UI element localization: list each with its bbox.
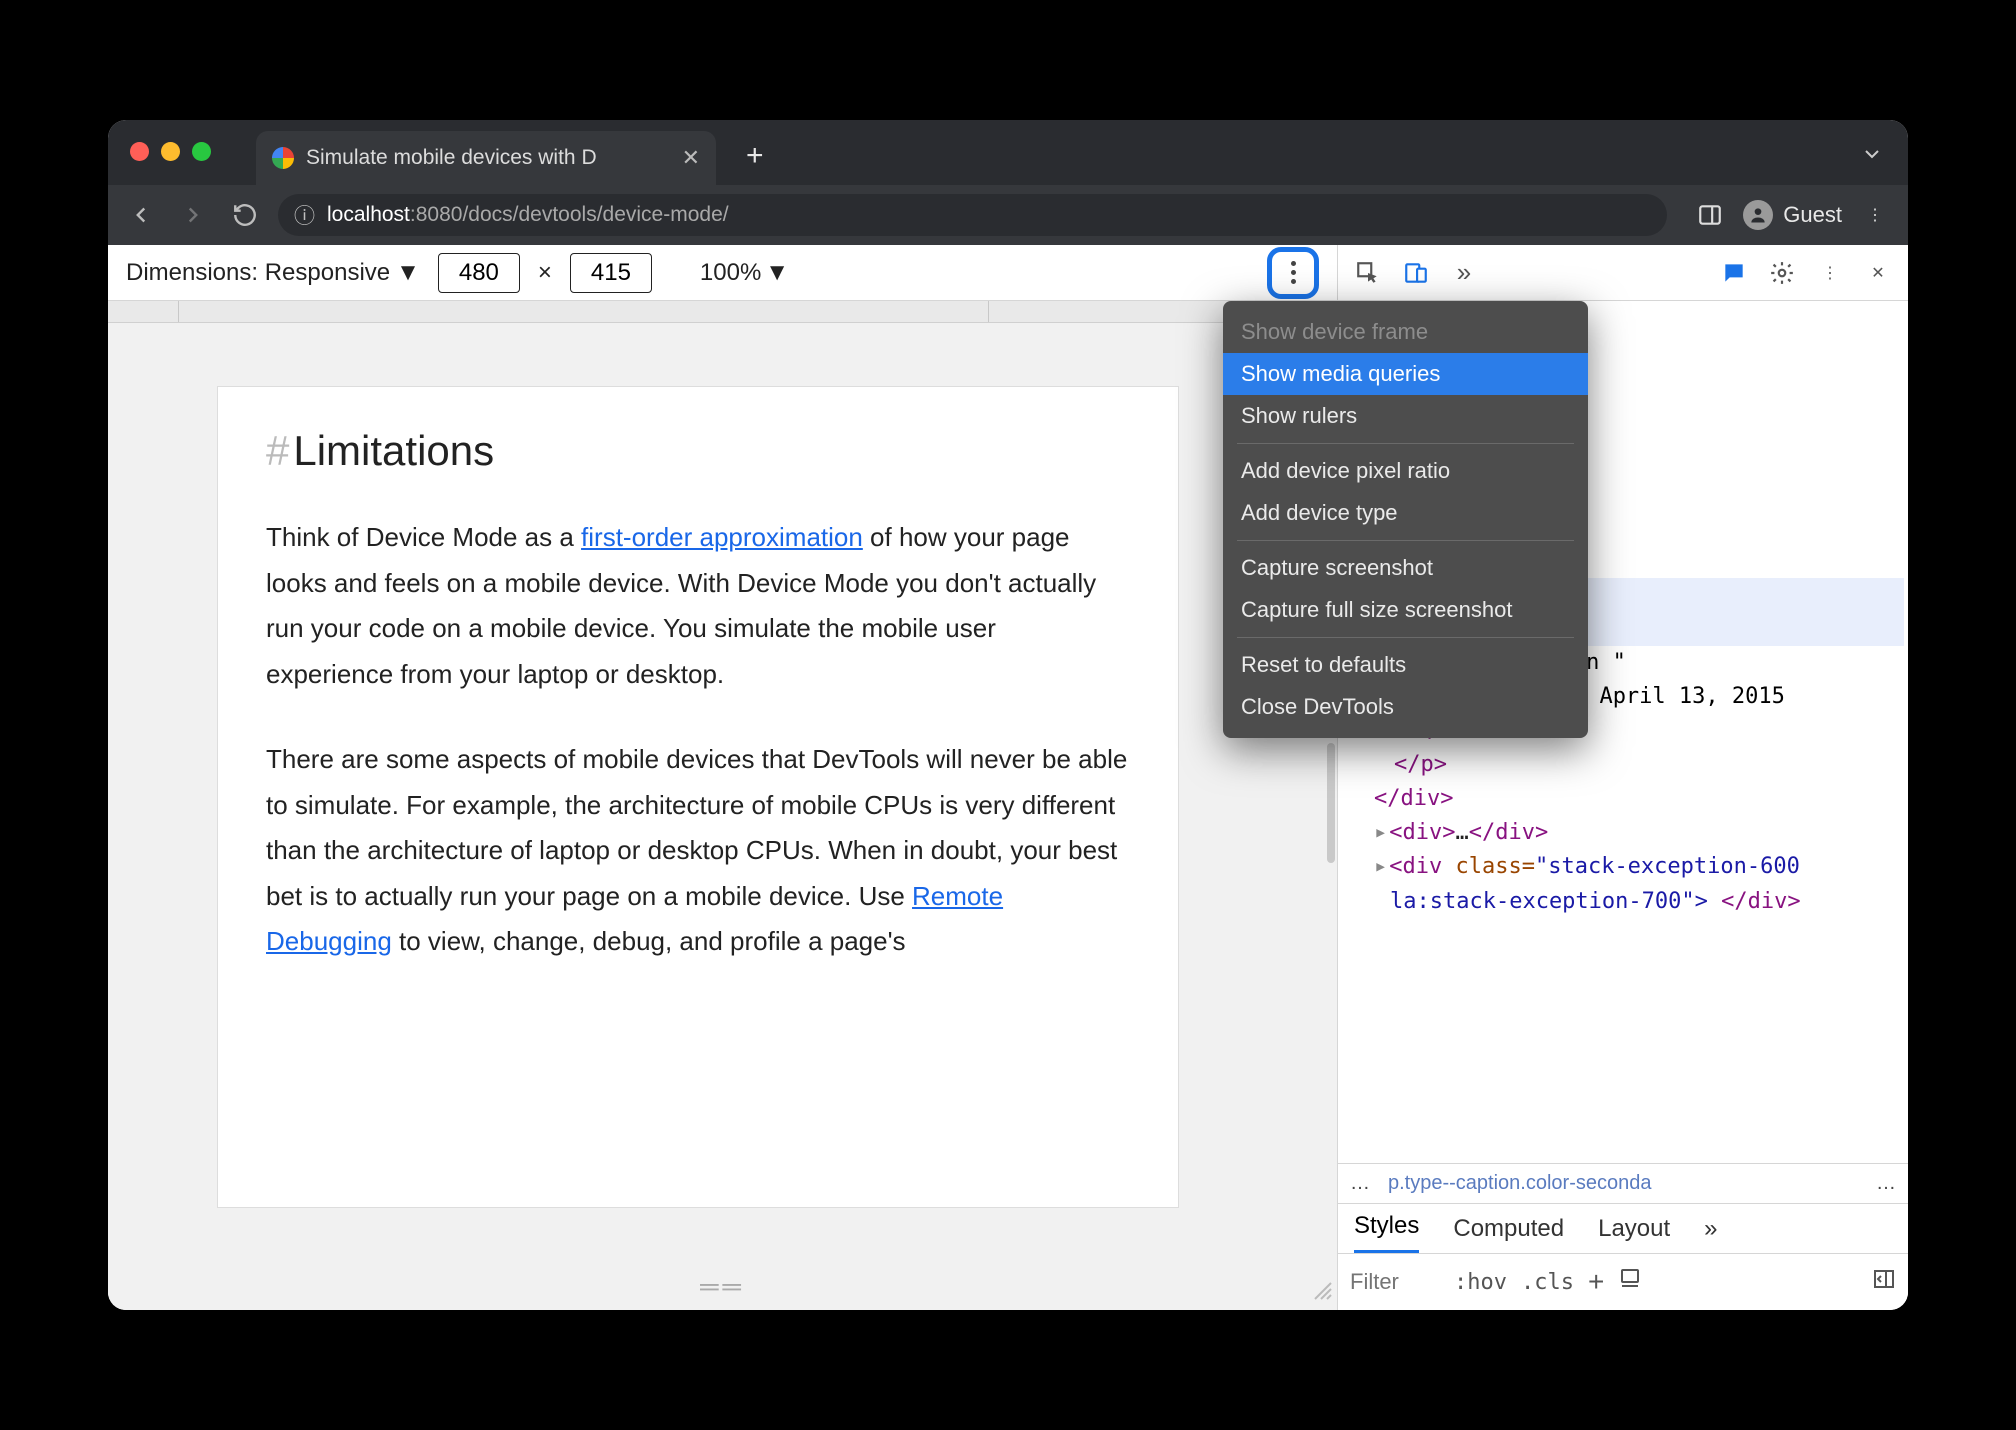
close-window-button[interactable]	[130, 142, 149, 161]
tab-styles[interactable]: Styles	[1354, 1212, 1419, 1253]
hov-toggle[interactable]: :hov	[1454, 1270, 1507, 1295]
styles-filter-bar: :hov .cls +	[1338, 1254, 1908, 1310]
content-area: Dimensions: Responsive ▼ × 100% ▼ #Limit…	[108, 245, 1908, 1310]
avatar-icon	[1743, 200, 1773, 230]
device-toolbar: Dimensions: Responsive ▼ × 100% ▼	[108, 245, 1337, 301]
dimensions-dropdown[interactable]: Dimensions: Responsive ▼	[126, 259, 420, 287]
cls-toggle[interactable]: .cls	[1521, 1270, 1574, 1295]
dom-breadcrumbs[interactable]: … p.type--caption.color-seconda …	[1338, 1164, 1908, 1204]
menu-item-capture-screenshot[interactable]: Capture screenshot	[1223, 547, 1588, 589]
browser-window: Simulate mobile devices with D ✕ + ⓘ loc…	[108, 120, 1908, 1310]
menu-item-show-rulers[interactable]: Show rulers	[1223, 395, 1588, 437]
tab-title: Simulate mobile devices with D	[306, 146, 597, 170]
simulated-viewport: #Limitations Think of Device Mode as a f…	[108, 323, 1337, 1310]
menu-separator	[1237, 443, 1574, 444]
forward-button[interactable]	[174, 196, 212, 234]
styles-filter-input[interactable]	[1350, 1269, 1440, 1295]
menu-item-reset-defaults[interactable]: Reset to defaults	[1223, 644, 1588, 686]
close-tab-icon[interactable]: ✕	[682, 145, 700, 171]
page-paragraph: Think of Device Mode as a first-order ap…	[266, 515, 1130, 697]
simulated-page[interactable]: #Limitations Think of Device Mode as a f…	[218, 387, 1178, 1207]
page-paragraph: There are some aspects of mobile devices…	[266, 737, 1130, 965]
inspect-element-icon[interactable]	[1348, 253, 1388, 293]
profile-chip[interactable]: Guest	[1743, 200, 1842, 230]
menu-separator	[1237, 540, 1574, 541]
back-button[interactable]	[122, 196, 160, 234]
chevron-down-icon: ▼	[765, 259, 789, 287]
height-input[interactable]	[570, 253, 652, 293]
url-path: /docs/devtools/device-mode/	[462, 203, 728, 226]
minimize-window-button[interactable]	[161, 142, 180, 161]
menu-item-close-devtools[interactable]: Close DevTools	[1223, 686, 1588, 728]
browser-tab[interactable]: Simulate mobile devices with D ✕	[256, 131, 716, 185]
tab-strip: Simulate mobile devices with D ✕ +	[108, 120, 1908, 185]
profile-label: Guest	[1783, 202, 1842, 228]
side-panel-icon[interactable]	[1691, 196, 1729, 234]
device-toolbar-more-button[interactable]	[1267, 247, 1319, 299]
tabs-dropdown-icon[interactable]	[1860, 142, 1884, 171]
close-devtools-icon[interactable]: ✕	[1858, 253, 1898, 293]
browser-menu-icon[interactable]: ⋮	[1856, 196, 1894, 234]
devtools-menu-icon[interactable]: ⋮	[1810, 253, 1850, 293]
first-order-approximation-link[interactable]: first-order approximation	[581, 522, 863, 552]
menu-item-add-device-pixel-ratio[interactable]: Add device pixel ratio	[1223, 450, 1588, 492]
menu-item-show-media-queries[interactable]: Show media queries	[1223, 353, 1588, 395]
url-port: :8080	[410, 203, 463, 226]
tab-layout[interactable]: Layout	[1598, 1215, 1670, 1253]
reload-button[interactable]	[226, 196, 264, 234]
url-host: localhost	[327, 203, 410, 226]
resize-handle-bottom[interactable]: ══	[700, 1271, 745, 1302]
new-tab-button[interactable]: +	[746, 139, 764, 173]
settings-icon[interactable]	[1762, 253, 1802, 293]
styles-tabs: Styles Computed Layout »	[1338, 1204, 1908, 1254]
page-pane: Dimensions: Responsive ▼ × 100% ▼ #Limit…	[108, 245, 1338, 1310]
chrome-favicon-icon	[272, 147, 294, 169]
zoom-dropdown[interactable]: 100% ▼	[700, 259, 789, 287]
window-controls	[130, 142, 211, 161]
times-glyph: ×	[538, 259, 552, 287]
more-subtabs-icon[interactable]: »	[1704, 1215, 1717, 1253]
address-bar[interactable]: ⓘ localhost:8080/docs/devtools/device-mo…	[278, 194, 1667, 236]
tab-computed[interactable]: Computed	[1453, 1215, 1564, 1253]
chevron-down-icon: ▼	[396, 259, 420, 287]
menu-item-capture-full-screenshot[interactable]: Capture full size screenshot	[1223, 589, 1588, 631]
toolbar: ⓘ localhost:8080/docs/devtools/device-mo…	[108, 185, 1908, 245]
toggle-sidebar-icon[interactable]	[1872, 1267, 1896, 1297]
menu-item-show-device-frame[interactable]: Show device frame	[1223, 311, 1588, 353]
more-tabs-icon[interactable]: »	[1444, 253, 1484, 293]
new-style-rule-icon[interactable]: +	[1588, 1266, 1604, 1298]
toggle-device-icon[interactable]	[1396, 253, 1436, 293]
device-styles-icon[interactable]	[1618, 1267, 1642, 1297]
menu-item-add-device-type[interactable]: Add device type	[1223, 492, 1588, 534]
maximize-window-button[interactable]	[192, 142, 211, 161]
resize-handle-corner[interactable]	[1313, 1281, 1333, 1306]
page-heading: #Limitations	[266, 427, 1130, 475]
media-query-ruler	[108, 301, 1337, 323]
width-input[interactable]	[438, 253, 520, 293]
site-info-icon[interactable]: ⓘ	[294, 200, 315, 230]
devtools-toolbar: » ⋮ ✕	[1338, 245, 1908, 301]
issues-icon[interactable]	[1714, 253, 1754, 293]
kebab-icon	[1291, 261, 1296, 284]
menu-separator	[1237, 637, 1574, 638]
scrollbar[interactable]	[1327, 743, 1335, 863]
device-toolbar-menu: Show device frame Show media queries Sho…	[1223, 301, 1588, 738]
